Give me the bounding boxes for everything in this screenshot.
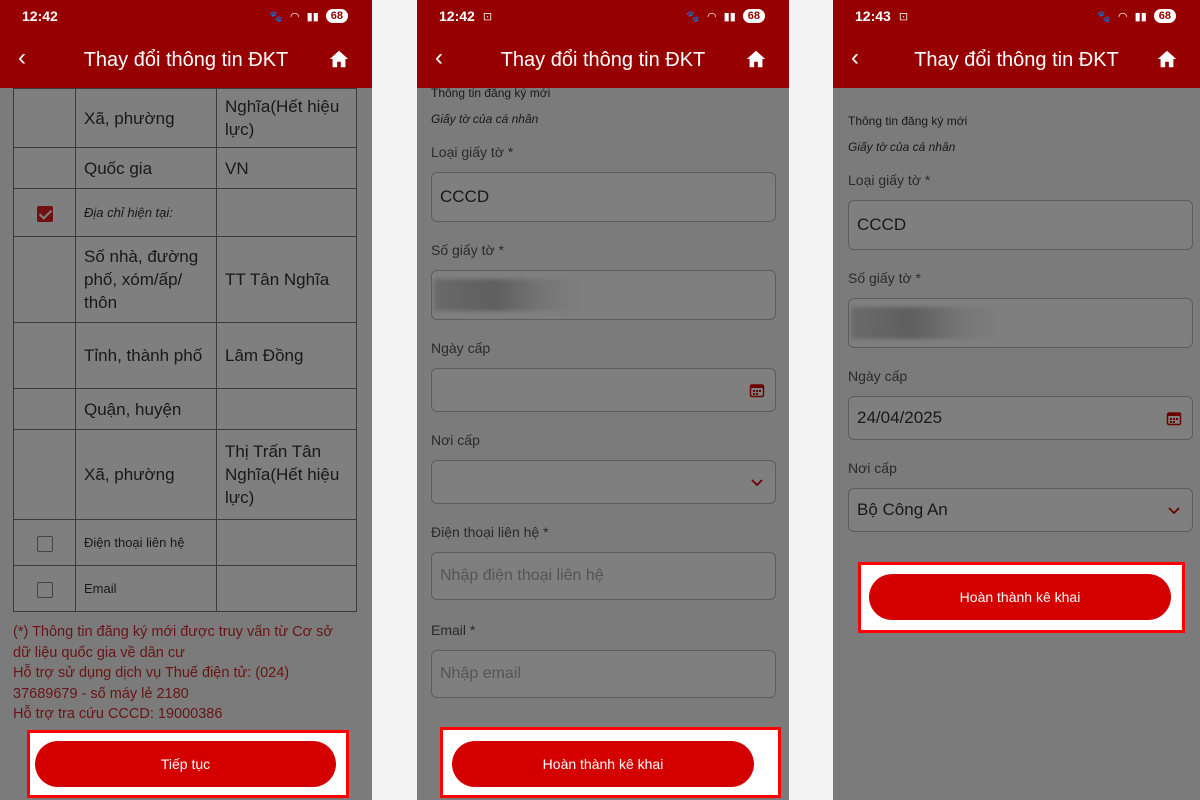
doc-number-label: Số giấy tờ * (848, 270, 921, 286)
issue-place-label: Nơi cấp (431, 432, 480, 448)
status-time: 12:42 (439, 8, 475, 24)
signal-icon: ▮▮ (306, 10, 319, 23)
table-row: Quốc gia VN (13, 147, 357, 189)
doc-number-field[interactable] (848, 298, 1193, 348)
complete-button[interactable]: Hoàn thành kê khai (869, 574, 1171, 620)
issue-place-select[interactable]: Bộ Công An (848, 488, 1193, 532)
issue-place-select[interactable] (431, 460, 776, 504)
redacted-value (434, 279, 584, 311)
complete-button[interactable]: Hoàn thành kê khai (452, 741, 754, 787)
screenshot-icon: ⊡ (898, 10, 909, 23)
status-time: 12:43 (855, 8, 891, 24)
table-row: Email (13, 565, 357, 612)
status-bar: 12:42 ⊡ 🐾 ◠ ▮▮ 68 (417, 0, 789, 32)
chevron-down-icon (1168, 507, 1180, 515)
table-row: Tỉnh, thành phố Lâm Đồng (13, 322, 357, 389)
subsection-title: Giấy tờ của cá nhân (848, 140, 956, 154)
issue-date-field[interactable]: 24/04/2025 (848, 396, 1193, 440)
signal-icon: ▮▮ (1134, 10, 1147, 23)
page-title: Thay đổi thông tin ĐKT (83, 48, 289, 71)
chevron-down-icon (751, 479, 763, 487)
doc-type-label: Loại giấy tờ * (431, 144, 514, 160)
table-row: Xã, phường Nghĩa(Hết hiệu lực) (13, 88, 357, 148)
back-icon[interactable]: ‹ (18, 45, 26, 71)
section-title: Thông tin đăng ký mới (431, 86, 551, 100)
phone-checkbox[interactable] (36, 535, 53, 552)
section-title: Thông tin đăng ký mới (848, 114, 968, 128)
doc-type-label: Loại giấy tờ * (848, 172, 931, 188)
back-icon[interactable]: ‹ (435, 45, 443, 71)
page-title: Thay đổi thông tin ĐKT (500, 48, 706, 71)
status-bar: 12:43 ⊡ 🐾 ◠ ▮▮ 68 (833, 0, 1200, 32)
issue-date-label: Ngày cấp (431, 340, 491, 356)
battery-icon: 68 (1153, 9, 1176, 23)
table-row: Điện thoại liên hệ (13, 519, 357, 566)
calendar-icon[interactable] (749, 382, 765, 398)
status-bar: 12:42 🐾 ◠ ▮▮ 68 (0, 0, 372, 32)
dim-overlay (833, 88, 1200, 800)
wifi-icon: ◠ (707, 10, 717, 23)
notification-icon: 🐾 (269, 10, 284, 23)
screen-review: 12:42 🐾 ◠ ▮▮ 68 ‹ Thay đổi thông tin ĐKT… (0, 0, 372, 800)
doc-type-field[interactable]: CCCD (848, 200, 1193, 250)
issue-date-field[interactable] (431, 368, 776, 412)
email-checkbox[interactable] (36, 581, 53, 598)
screen-form-filled: 12:43 ⊡ 🐾 ◠ ▮▮ 68 ‹ Thay đổi thông tin Đ… (833, 0, 1200, 800)
table-row: Số nhà, đường phố, xóm/ấp/ thôn TT Tân N… (13, 236, 357, 323)
issue-place-label: Nơi cấp (848, 460, 897, 476)
wifi-icon: ◠ (1118, 10, 1128, 23)
issue-date-label: Ngày cấp (848, 368, 908, 384)
doc-number-field[interactable] (431, 270, 776, 320)
table-row: Quận, huyện (13, 388, 357, 430)
back-icon[interactable]: ‹ (851, 45, 859, 71)
info-note: (*) Thông tin đăng ký mới được truy vấn … (13, 624, 333, 722)
signal-icon: ▮▮ (723, 10, 736, 23)
email-input[interactable]: Nhập email (431, 650, 776, 698)
doc-number-label: Số giấy tờ * (431, 242, 504, 258)
app-bar: ‹ Thay đổi thông tin ĐKT (0, 32, 372, 88)
notification-icon: 🐾 (686, 10, 701, 23)
page-title: Thay đổi thông tin ĐKT (914, 48, 1119, 71)
continue-button[interactable]: Tiếp tục (35, 741, 336, 787)
battery-icon: 68 (742, 9, 765, 23)
redacted-value (851, 307, 1001, 339)
screenshot-icon: ⊡ (482, 10, 493, 23)
notification-icon: 🐾 (1097, 10, 1112, 23)
battery-icon: 68 (325, 9, 348, 23)
home-icon[interactable] (328, 48, 350, 70)
app-bar: ‹ Thay đổi thông tin ĐKT (833, 32, 1200, 88)
table-row: Xã, phường Thị Trấn Tân Nghĩa(Hết hiệu l… (13, 429, 357, 520)
doc-type-field[interactable]: CCCD (431, 172, 776, 222)
phone-label: Điện thoại liên hệ * (431, 524, 549, 540)
status-time: 12:42 (22, 8, 58, 24)
phone-input[interactable]: Nhập điện thoại liên hệ (431, 552, 776, 600)
app-bar: ‹ Thay đổi thông tin ĐKT (417, 32, 789, 88)
calendar-icon[interactable] (1166, 410, 1182, 426)
current-address-checkbox[interactable] (36, 205, 53, 222)
home-icon[interactable] (1156, 48, 1178, 70)
table-row: Địa chỉ hiện tại: (13, 188, 357, 237)
info-table: Xã, phường Nghĩa(Hết hiệu lực) Quốc gia … (13, 88, 357, 612)
email-label: Email * (431, 622, 476, 638)
home-icon[interactable] (745, 48, 767, 70)
wifi-icon: ◠ (290, 10, 300, 23)
screen-form-empty: 12:42 ⊡ 🐾 ◠ ▮▮ 68 ‹ Thay đổi thông tin Đ… (417, 0, 789, 800)
subsection-title: Giấy tờ của cá nhân (431, 112, 539, 126)
